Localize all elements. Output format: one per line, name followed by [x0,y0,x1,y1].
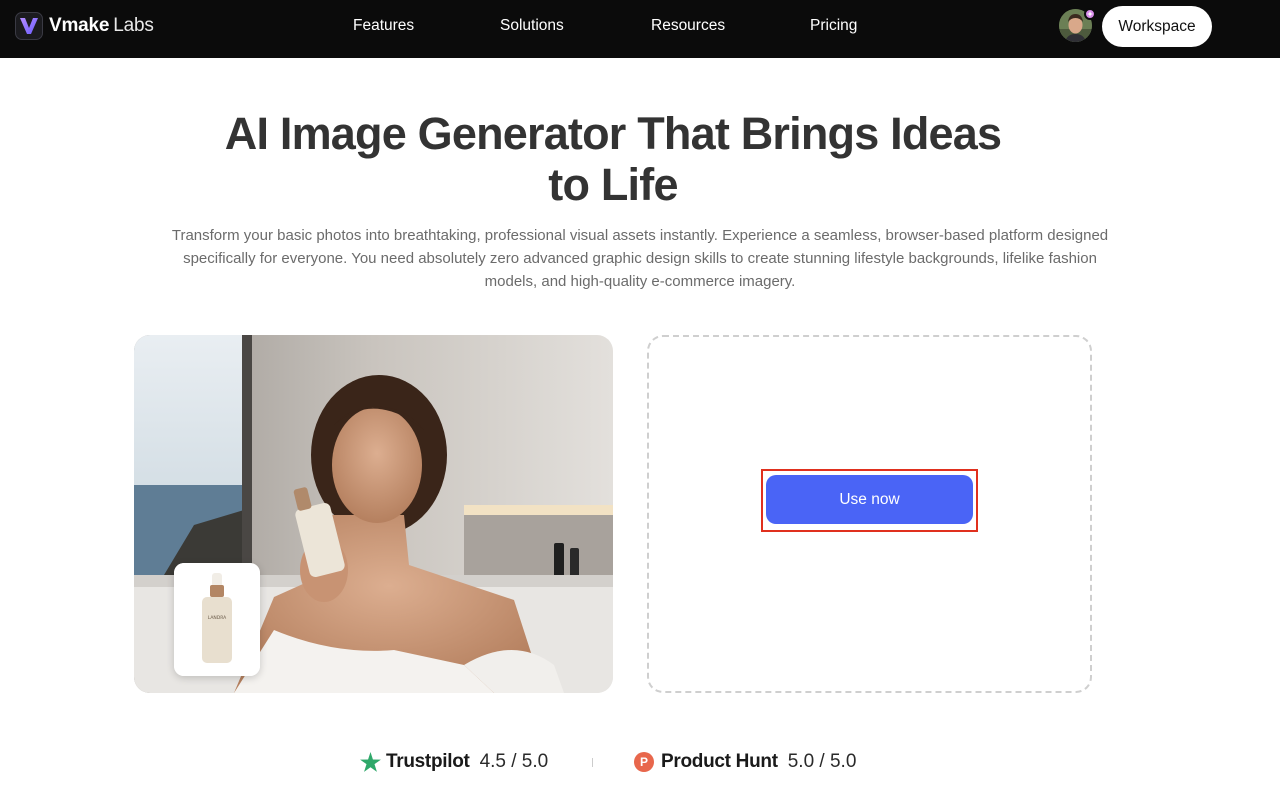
product-label: LANDRA [208,615,227,621]
title-line-1: AI Image Generator That Brings Ideas [224,108,1002,159]
product-hunt-icon: P [634,752,654,772]
producthunt-score: 5.0 / 5.0 [787,751,857,772]
description-line-3: models, and high-quality e-commerce imag… [484,273,796,290]
trustpilot-score: 4.5 / 5.0 [479,751,549,772]
page-title: AI Image Generator That Brings Ideas to … [140,108,1086,210]
description-line-2: specifically for everyone. You need abso… [183,250,1097,267]
title-line-2: to Life [548,159,678,210]
vmake-logo-icon [15,12,43,40]
nav-solutions[interactable]: Solutions [500,17,564,35]
producthunt-name: Product Hunt [661,751,778,772]
product-thumbnail: LANDRA [174,563,260,676]
logo-sub: Labs [113,15,154,36]
workspace-button[interactable]: Workspace [1102,6,1212,47]
logo[interactable]: Vmake Labs [15,12,154,40]
user-avatar[interactable] [1059,8,1096,42]
description-line-1: Transform your basic photos into breatht… [171,227,1109,244]
rating-divider [592,758,593,767]
nav-features[interactable]: Features [353,17,414,35]
use-now-button[interactable]: Use now [766,475,973,524]
hero-description: Transform your basic photos into breatht… [90,224,1190,293]
star-icon [360,752,381,772]
pro-badge-icon [1084,8,1096,20]
trustpilot-name: Trustpilot [386,751,470,772]
logo-brand: Vmake [49,15,110,36]
trustpilot-rating[interactable]: Trustpilot 4.5 / 5.0 [360,749,548,775]
nav-resources[interactable]: Resources [651,17,725,35]
nav-pricing[interactable]: Pricing [810,17,857,35]
example-image: LANDRA [134,335,613,693]
producthunt-rating[interactable]: P Product Hunt 5.0 / 5.0 [634,749,856,775]
top-navigation-bar: Vmake Labs Features Solutions Resources … [0,0,1280,58]
